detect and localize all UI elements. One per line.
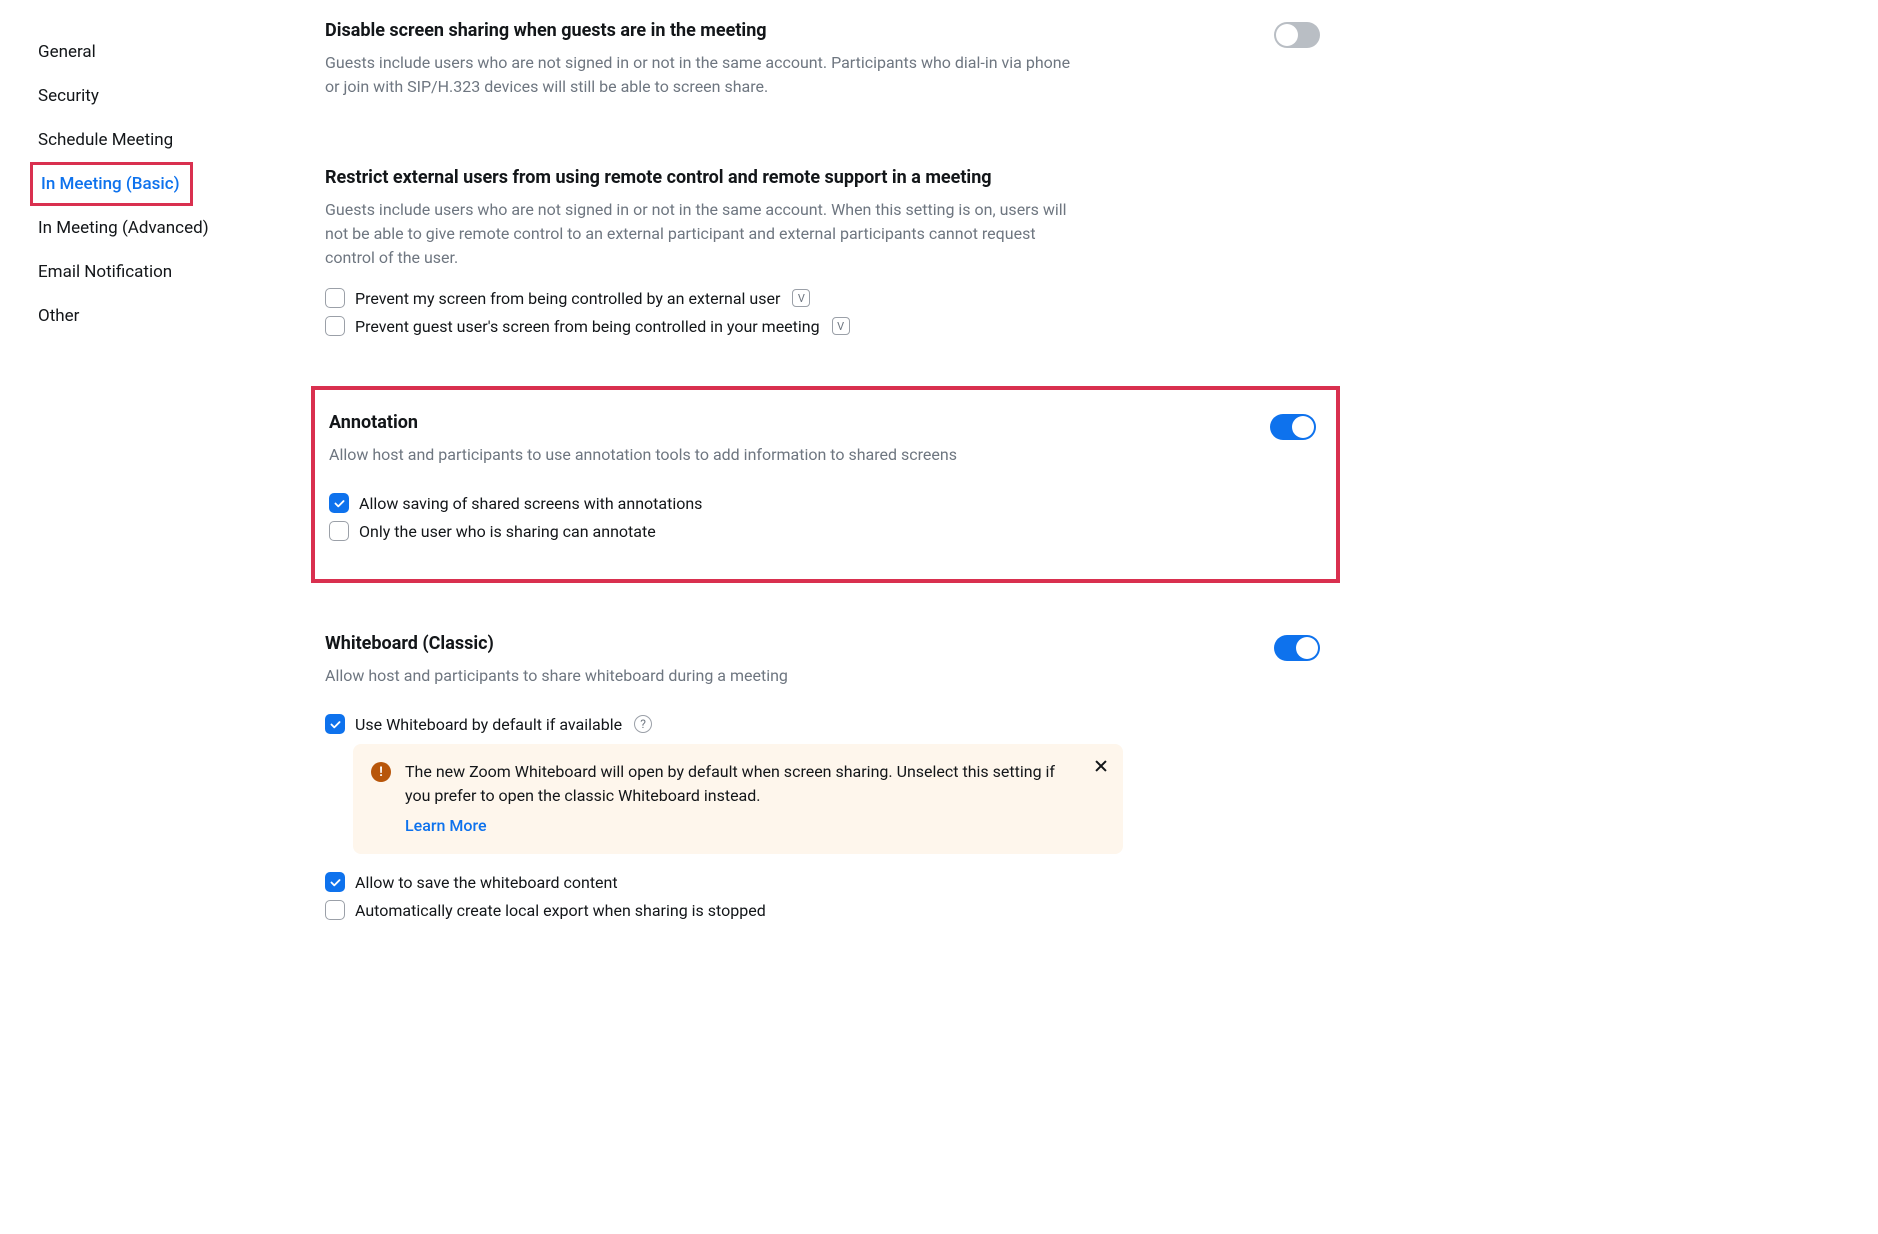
section-annotation: Annotation Allow host and participants t… (311, 386, 1340, 583)
setting-description: Allow host and participants to use annot… (329, 443, 957, 467)
sidebar-item-security[interactable]: Security (38, 74, 290, 118)
option-allow-save-annotations: Allow saving of shared screens with anno… (329, 493, 1316, 513)
checkbox-allow-save-annotations[interactable] (329, 493, 349, 513)
close-icon[interactable] (1093, 758, 1109, 774)
learn-more-link[interactable]: Learn More (405, 814, 487, 838)
sidebar-highlight-in-meeting-basic: In Meeting (Basic) (30, 162, 193, 206)
whiteboard-notice: ! The new Zoom Whiteboard will open by d… (353, 744, 1123, 854)
settings-sidebar: General Security Schedule Meeting In Mee… (0, 0, 290, 1010)
option-label: Use Whiteboard by default if available (355, 715, 622, 734)
sidebar-item-general[interactable]: General (38, 30, 290, 74)
toggle-whiteboard[interactable] (1274, 635, 1320, 661)
sidebar-item-in-meeting-advanced[interactable]: In Meeting (Advanced) (38, 206, 290, 250)
option-only-sharer-annotate: Only the user who is sharing can annotat… (329, 521, 1316, 541)
setting-title: Annotation (329, 412, 957, 433)
sidebar-item-other[interactable]: Other (38, 294, 290, 338)
help-icon[interactable]: ? (634, 715, 652, 733)
notice-text: The new Zoom Whiteboard will open by def… (405, 762, 1055, 805)
toggle-annotation[interactable] (1270, 414, 1316, 440)
setting-title: Whiteboard (Classic) (325, 633, 788, 654)
setting-title: Disable screen sharing when guests are i… (325, 20, 1085, 41)
section-restrict-remote-control: Restrict external users from using remot… (325, 167, 1320, 336)
section-disable-screen-sharing: Disable screen sharing when guests are i… (325, 20, 1320, 117)
sidebar-item-schedule-meeting[interactable]: Schedule Meeting (38, 118, 290, 162)
checkbox-only-sharer-annotate[interactable] (329, 521, 349, 541)
section-whiteboard: Whiteboard (Classic) Allow host and part… (325, 633, 1320, 920)
checkbox-prevent-guest-screen[interactable] (325, 316, 345, 336)
info-badge-icon[interactable]: V (792, 289, 810, 307)
option-label: Prevent guest user's screen from being c… (355, 317, 820, 336)
sidebar-item-in-meeting-basic[interactable]: In Meeting (Basic) (41, 174, 180, 194)
info-badge-icon[interactable]: V (832, 317, 850, 335)
setting-description: Guests include users who are not signed … (325, 198, 1085, 270)
sidebar-item-email-notification[interactable]: Email Notification (38, 250, 290, 294)
option-label: Prevent my screen from being controlled … (355, 289, 780, 308)
option-use-whiteboard-default: Use Whiteboard by default if available ? (325, 714, 1320, 734)
alert-icon: ! (371, 762, 391, 782)
option-label: Automatically create local export when s… (355, 901, 766, 920)
setting-title: Restrict external users from using remot… (325, 167, 1320, 188)
checkbox-auto-local-export[interactable] (325, 900, 345, 920)
option-label: Only the user who is sharing can annotat… (359, 522, 656, 541)
option-prevent-guest-screen: Prevent guest user's screen from being c… (325, 316, 1320, 336)
checkbox-use-whiteboard-default[interactable] (325, 714, 345, 734)
checkbox-allow-save-whiteboard[interactable] (325, 872, 345, 892)
option-allow-save-whiteboard: Allow to save the whiteboard content (325, 872, 1320, 892)
option-label: Allow saving of shared screens with anno… (359, 494, 702, 513)
settings-main: Disable screen sharing when guests are i… (290, 0, 1390, 1010)
setting-description: Guests include users who are not signed … (325, 51, 1085, 99)
option-prevent-my-screen: Prevent my screen from being controlled … (325, 288, 1320, 308)
option-label: Allow to save the whiteboard content (355, 873, 618, 892)
setting-description: Allow host and participants to share whi… (325, 664, 788, 688)
toggle-disable-screen-sharing[interactable] (1274, 22, 1320, 48)
checkbox-prevent-my-screen[interactable] (325, 288, 345, 308)
option-auto-local-export: Automatically create local export when s… (325, 900, 1320, 920)
